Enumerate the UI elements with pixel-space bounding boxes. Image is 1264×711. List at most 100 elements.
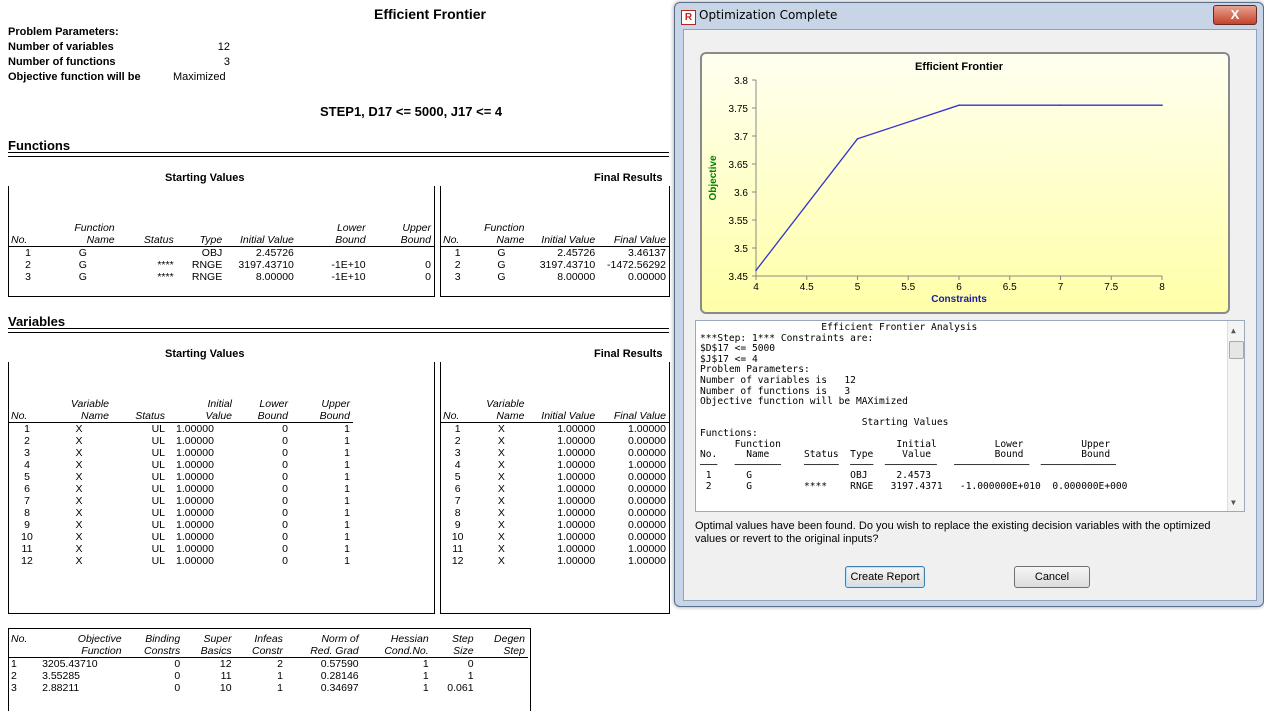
cancel-button[interactable]: Cancel [1014, 566, 1090, 588]
table-cell: 1 [344, 543, 350, 555]
table-cell: 1.00000 [176, 495, 214, 507]
table-cell: 2.88211 [42, 682, 80, 694]
table-cell: 1.00000 [628, 555, 666, 567]
col-header: Infeas [254, 633, 283, 645]
variables-final-table: Variable No. Name Initial Value Final Va… [440, 398, 669, 567]
table-row: 12 X 1.00000 1.00000 [440, 555, 669, 567]
table-row: 1 3205.43710 0 12 2 0.57590 1 0 [8, 658, 528, 671]
table-row: 10 X UL 1.00000 0 1 [8, 531, 353, 543]
table-cell: 1 [344, 531, 350, 543]
table-cell: 1.00000 [176, 507, 214, 519]
table-cell: 1 [344, 435, 350, 447]
col-header: Constr [234, 645, 286, 658]
table-cell: UL [151, 435, 165, 447]
col-header: Type [176, 234, 226, 247]
table-cell: X [497, 519, 505, 531]
param-label: Number of functions [8, 56, 116, 68]
table-cell: 0.00000 [628, 471, 666, 483]
table-cell: 2 [25, 259, 31, 271]
dialog-message: Optimal values have been found. Do you w… [695, 520, 1211, 545]
col-header: No. [8, 234, 49, 247]
scroll-thumb[interactable] [1229, 341, 1244, 359]
close-button[interactable]: X [1213, 5, 1257, 25]
col-header: Initial [207, 398, 232, 410]
table-cell: X [75, 555, 83, 567]
table-row: 3 X 1.00000 0.00000 [440, 447, 669, 459]
table-cell: X [497, 435, 505, 447]
x-tick-label: 5 [855, 282, 861, 293]
starting-values-label: Starting Values [165, 348, 245, 360]
table-cell: 6 [24, 483, 30, 495]
col-header: Initial Value [225, 234, 297, 247]
params-heading: Problem Parameters: [8, 26, 119, 38]
final-results-label: Final Results [594, 348, 663, 360]
table-cell: 0 [282, 495, 288, 507]
table-cell: 0.00000 [628, 495, 666, 507]
table-row: 8 X UL 1.00000 0 1 [8, 507, 353, 519]
table-cell: 0 [282, 555, 288, 567]
table-cell: 0 [425, 259, 431, 271]
table-row: 4 X UL 1.00000 0 1 [8, 459, 353, 471]
optimization-complete-dialog: R Optimization Complete X 3.45 3.5 3.55 3.6… [674, 2, 1264, 607]
data-point [958, 104, 960, 106]
col-header: Name [475, 234, 528, 247]
table-cell: 0 [174, 658, 181, 670]
log-scrollbar[interactable]: ▲ ▼ [1227, 321, 1244, 511]
create-report-button[interactable]: Create Report [845, 566, 925, 588]
table-cell: 1.00000 [557, 543, 596, 555]
table-cell [477, 670, 528, 682]
table-cell: -1E+10 [331, 259, 366, 271]
table-cell: 1 [277, 682, 283, 694]
section-divider [8, 328, 669, 333]
table-cell: 1.00000 [557, 471, 596, 483]
table-cell: 1.00000 [557, 423, 596, 435]
col-header: No. [11, 633, 28, 645]
starting-values-label: Starting Values [165, 172, 245, 184]
table-cell: G [78, 247, 87, 259]
table-cell: 1 [24, 423, 30, 435]
table-cell: 2.45726 [557, 247, 596, 259]
table-cell: 3.55285 [42, 670, 81, 682]
y-axis-label: Objective [708, 155, 719, 200]
table-cell: 3197.43710 [539, 259, 596, 271]
table-cell: 1 [344, 423, 350, 435]
col-header: Name [475, 410, 528, 423]
table-cell: 1.00000 [176, 555, 214, 567]
variables-title: Variables [8, 314, 66, 329]
table-cell: G [497, 271, 506, 283]
col-header: No. [440, 410, 476, 423]
section-divider [8, 152, 669, 157]
param-label: Number of variables [8, 41, 114, 53]
table-cell: 0 [282, 483, 288, 495]
table-cell: 3197.43710 [238, 259, 294, 271]
table-cell: 8.00000 [557, 271, 596, 283]
functions-final-table: Function No. Name Initial Value Final Va… [440, 222, 669, 283]
table-cell: X [75, 459, 83, 471]
table-cell: 1.00000 [628, 459, 666, 471]
table-cell: G [497, 259, 506, 271]
scroll-down-icon[interactable]: ▼ [1231, 497, 1236, 508]
table-cell: 0.57590 [320, 658, 359, 670]
data-point [856, 138, 859, 140]
table-cell: X [497, 423, 505, 435]
table-cell: 2 [277, 658, 283, 670]
col-header: Bound [368, 234, 434, 247]
table-cell: X [497, 531, 505, 543]
table-cell: 6 [454, 483, 461, 495]
table-row: 1 G OBJ 2.45726 [8, 247, 434, 260]
chart-svg: 3.45 3.5 3.55 3.6 3.65 3.7 3.75 3.8 4 4.5 5 5.5 6 6.5… [708, 61, 1165, 305]
table-cell: 11 [21, 543, 33, 555]
table-row: 2 X UL 1.00000 0 1 [8, 435, 353, 447]
scroll-up-icon[interactable]: ▲ [1231, 325, 1236, 336]
table-row: 2 3.55285 0 11 1 0.28146 1 1 [8, 670, 528, 682]
table-cell: 1.00000 [176, 447, 214, 459]
table-cell: -1472.56292 [607, 259, 666, 271]
col-header: Cond.No. [361, 645, 432, 658]
series-line [755, 104, 1162, 271]
table-cell: 0.00000 [628, 507, 666, 519]
col-header: Initial Value [527, 234, 599, 247]
param-value: Maximized [173, 71, 226, 83]
table-cell: UL [151, 531, 165, 543]
table-cell: 12 [21, 555, 33, 567]
analysis-log[interactable]: Efficient Frontier Analysis ***Step: 1**… [695, 320, 1245, 512]
